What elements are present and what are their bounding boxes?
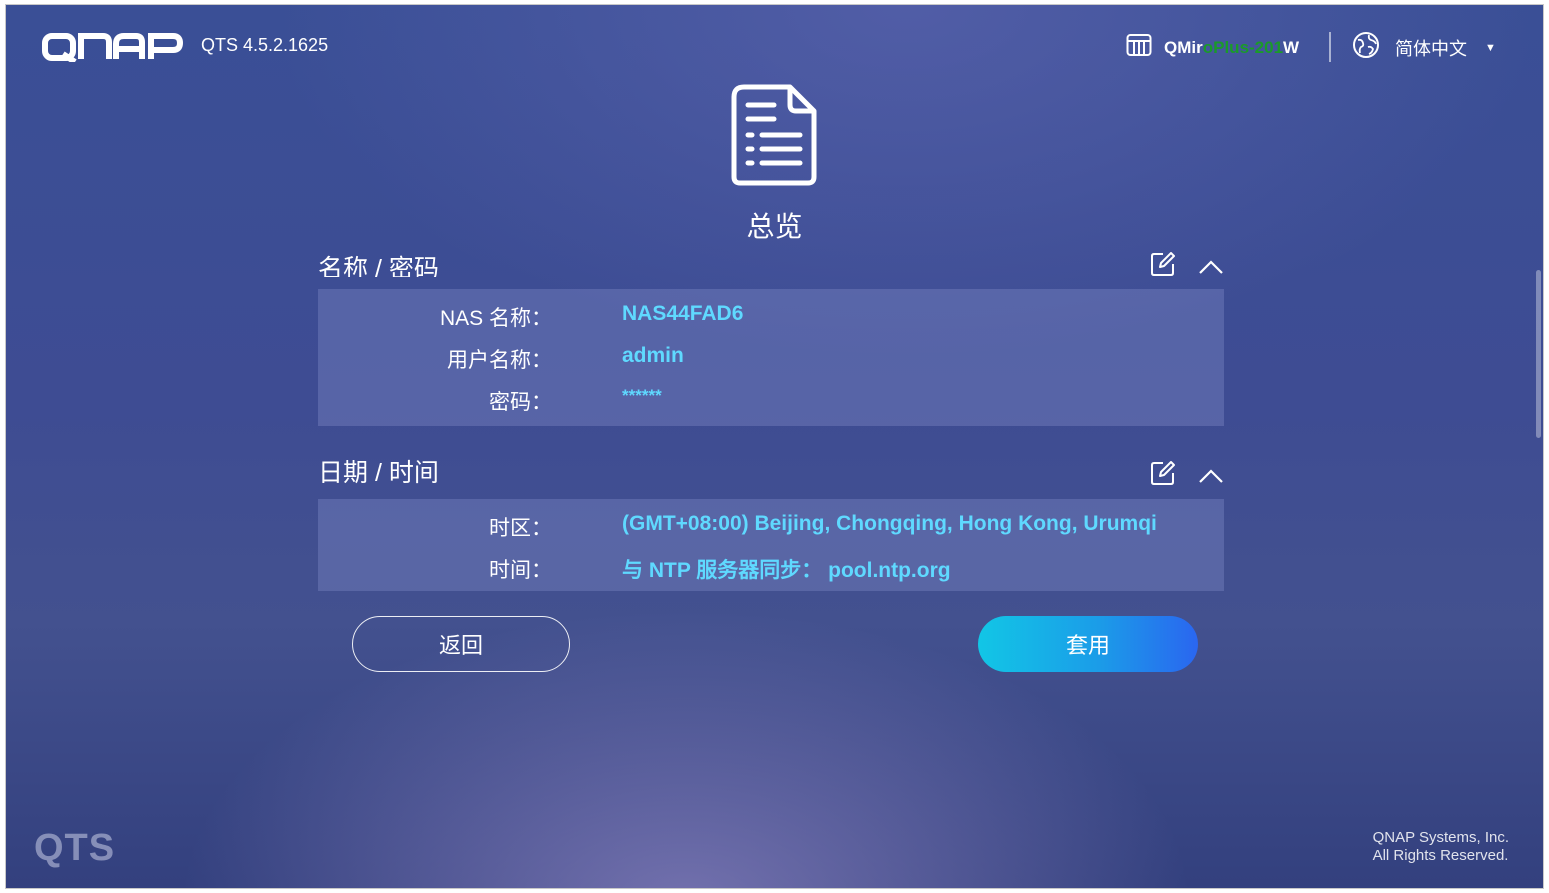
section-header-name-password: 名称 / 密码 <box>318 247 1224 277</box>
setup-window: QTS 4.5.2.1625 QMir oPlus-201 W 简体中文 ▼ 总… <box>6 5 1543 888</box>
qts-version: QTS 4.5.2.1625 <box>201 35 329 55</box>
label-password: 密码： <box>489 391 552 414</box>
section-header-datetime: 日期 / 时间 <box>318 453 1224 489</box>
page-title: 总览 <box>746 211 803 242</box>
copyright: QNAP Systems, Inc. All Rights Reserved. <box>1373 829 1509 865</box>
value-username: admin <box>622 344 684 367</box>
qts-brand-mark: QTS <box>34 827 116 869</box>
label-nas-name: NAS 名称： <box>439 307 552 330</box>
section-title-name-password: 名称 / 密码 <box>318 255 439 277</box>
row-nas-name: NAS 名称： NAS44FAD6 <box>318 302 1224 344</box>
chevron-up-icon[interactable] <box>1198 253 1224 277</box>
label-time: 时间： <box>489 559 552 582</box>
value-timezone: (GMT+08:00) Beijing, Chongqing, Hong Kon… <box>622 512 1157 535</box>
language-label: 简体中文 <box>1395 38 1467 59</box>
device-info[interactable]: QMir oPlus-201 W <box>1126 33 1299 62</box>
globe-icon <box>1352 31 1380 64</box>
row-username: 用户名称： admin <box>318 344 1224 386</box>
header-divider <box>1329 32 1331 62</box>
value-nas-name: NAS44FAD6 <box>622 302 744 325</box>
language-selector[interactable]: 简体中文 ▼ <box>1352 31 1496 64</box>
back-button[interactable]: 返回 <box>352 616 570 672</box>
value-password: ****** <box>622 386 662 405</box>
name-password-card: NAS 名称： NAS44FAD6 用户名称： admin 密码： ****** <box>318 289 1224 426</box>
row-timezone: 时区： (GMT+08:00) Beijing, Chongqing, Hong… <box>318 512 1224 554</box>
device-name-suffix: W <box>1283 37 1300 57</box>
value-time: 与 NTP 服务器同步： pool.ntp.org <box>622 559 951 582</box>
edit-icon[interactable] <box>1150 460 1176 493</box>
label-username: 用户名称： <box>447 349 552 372</box>
qnap-logo-mark <box>42 33 184 65</box>
device-name-prefix: QMir <box>1164 37 1203 57</box>
caret-down-icon: ▼ <box>1485 41 1496 54</box>
section-actions <box>1150 251 1224 277</box>
document-list-icon <box>730 83 818 192</box>
scrollbar[interactable] <box>1536 270 1541 438</box>
row-password: 密码： ****** <box>318 386 1224 428</box>
label-timezone: 时区： <box>489 517 552 540</box>
edit-icon[interactable] <box>1150 251 1176 277</box>
chevron-up-icon[interactable] <box>1198 462 1224 491</box>
copyright-company: QNAP Systems, Inc. <box>1372 829 1509 846</box>
section-title-datetime: 日期 / 时间 <box>318 459 439 487</box>
qnap-logo <box>41 32 185 67</box>
device-name-overlay: oPlus-201 <box>1202 37 1284 57</box>
section-actions <box>1150 460 1224 493</box>
device-icon <box>1126 33 1152 62</box>
apply-button[interactable]: 套用 <box>978 616 1198 672</box>
copyright-rights: All Rights Reserved. <box>1372 847 1509 864</box>
top-bar: QTS 4.5.2.1625 QMir oPlus-201 W 简体中文 ▼ <box>6 5 1543 85</box>
datetime-card: 时区： (GMT+08:00) Beijing, Chongqing, Hong… <box>318 499 1224 591</box>
row-time: 时间： 与 NTP 服务器同步： pool.ntp.org <box>318 554 1224 596</box>
